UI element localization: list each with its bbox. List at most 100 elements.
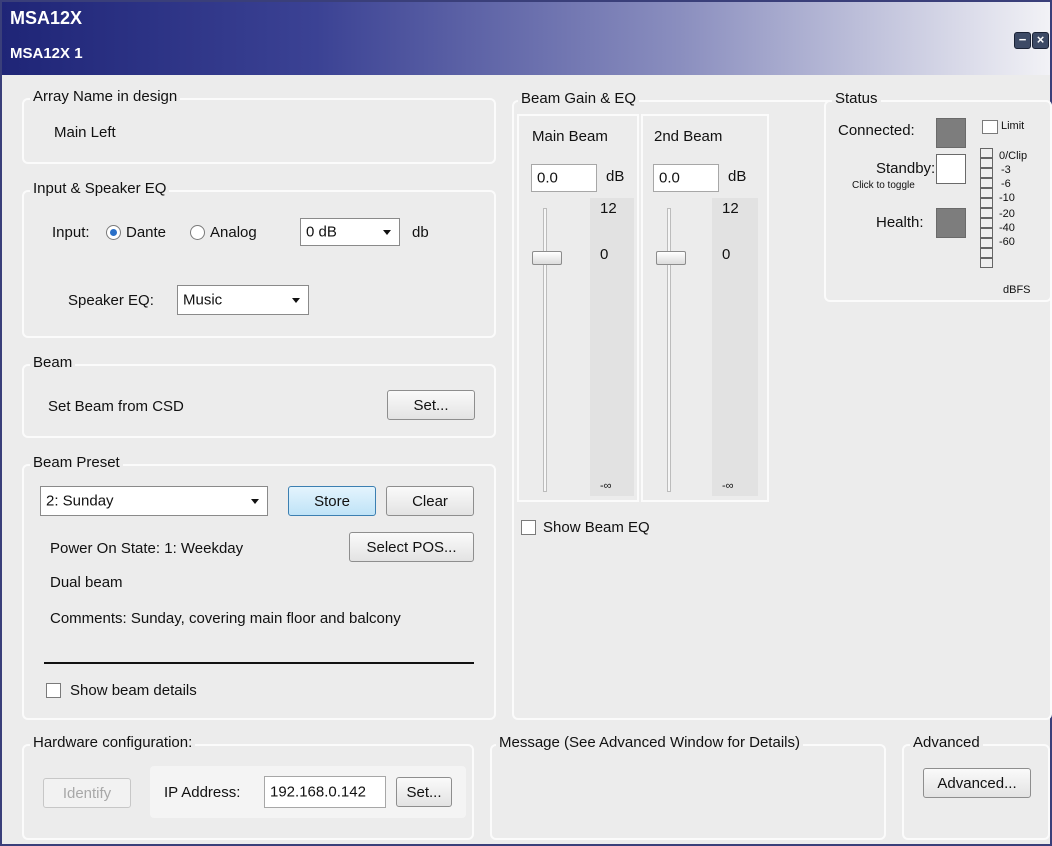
show-beam-details-label: Show beam details <box>70 682 197 699</box>
meter-segment <box>980 188 993 198</box>
set-ip-button[interactable]: Set... <box>396 777 452 807</box>
second-beam-unit: dB <box>728 168 747 185</box>
chevron-down-icon <box>383 230 391 235</box>
second-beam-gain-value: 0.0 <box>659 169 680 187</box>
input-gain-select[interactable]: 0 dB <box>300 218 400 246</box>
meter-label-40: -40 <box>999 222 1015 234</box>
standby-toggle[interactable] <box>936 154 966 184</box>
speaker-eq-label: Speaker EQ: <box>68 292 154 309</box>
dante-radio[interactable] <box>106 225 121 240</box>
msa12x-window: MSA12X MSA12X 1 − × Array Name in design… <box>0 0 1052 846</box>
store-button[interactable]: Store <box>288 486 376 516</box>
level-meter <box>980 148 995 274</box>
minimize-icon[interactable]: − <box>1014 32 1031 49</box>
clear-button[interactable]: Clear <box>386 486 474 516</box>
analog-radio[interactable] <box>190 225 205 240</box>
limit-label: Limit <box>1001 120 1025 132</box>
second-beam-slider-thumb[interactable] <box>656 251 686 265</box>
second-beam-tick-zero: 0 <box>722 246 731 263</box>
main-beam-gain-value: 0.0 <box>537 169 558 187</box>
ip-address-label: IP Address: <box>164 784 241 801</box>
message-group <box>490 744 886 840</box>
input-speaker-eq-title: Input & Speaker EQ <box>30 180 170 197</box>
second-beam-gain-input[interactable]: 0.0 <box>653 164 719 192</box>
standby-label: Standby: <box>876 160 936 177</box>
second-beam-tick-bottom: -∞ <box>722 480 734 492</box>
meter-label-60: -60 <box>999 236 1015 248</box>
dual-beam-label: Dual beam <box>50 574 123 591</box>
second-beam-label: 2nd Beam <box>654 128 723 145</box>
divider <box>44 662 474 664</box>
ip-address-value: 192.168.0.142 <box>270 783 366 801</box>
second-beam-tick-top: 12 <box>722 200 739 217</box>
meter-segment <box>980 168 993 178</box>
meter-segment <box>980 158 993 168</box>
main-beam-tick-top: 12 <box>600 200 617 217</box>
close-icon[interactable]: × <box>1032 32 1049 49</box>
message-title: Message (See Advanced Window for Details… <box>496 734 803 751</box>
main-beam-tick-zero: 0 <box>600 246 609 263</box>
main-beam-gain-input[interactable]: 0.0 <box>531 164 597 192</box>
meter-segment <box>980 208 993 218</box>
meter-segment <box>980 178 993 188</box>
meter-label-3: -3 <box>1001 164 1011 176</box>
chevron-down-icon <box>251 499 259 504</box>
meter-segment <box>980 238 993 248</box>
beam-preset-select[interactable]: 2: Sunday <box>40 486 268 516</box>
meter-label-20: -20 <box>999 208 1015 220</box>
meter-segment <box>980 248 993 258</box>
status-title: Status <box>832 90 881 107</box>
meter-unit: dBFS <box>1003 284 1031 296</box>
window-subtitle: MSA12X 1 <box>10 45 83 62</box>
input-gain-unit: db <box>412 224 429 241</box>
connected-label: Connected: <box>838 122 915 139</box>
advanced-title: Advanced <box>910 734 983 751</box>
select-pos-button[interactable]: Select POS... <box>349 532 474 562</box>
meter-segment <box>980 258 993 268</box>
speaker-eq-value: Music <box>183 291 223 309</box>
main-beam-label: Main Beam <box>532 128 608 145</box>
array-name-title: Array Name in design <box>30 88 181 105</box>
limit-indicator <box>982 120 998 134</box>
input-speaker-eq-group <box>22 190 496 338</box>
connected-indicator <box>936 118 966 148</box>
meter-label-clip: 0/Clip <box>999 150 1028 162</box>
beam-gain-eq-title: Beam Gain & EQ <box>518 90 640 107</box>
show-beam-eq-checkbox[interactable] <box>521 520 536 535</box>
meter-segment <box>980 218 993 228</box>
meter-label-10: -10 <box>999 192 1015 204</box>
main-beam-tick-bottom: -∞ <box>600 480 612 492</box>
main-beam-slider-thumb[interactable] <box>532 251 562 265</box>
advanced-button[interactable]: Advanced... <box>923 768 1031 798</box>
beam-preset-title: Beam Preset <box>30 454 123 471</box>
array-name-value: Main Left <box>54 124 116 141</box>
main-beam-scale-bg <box>590 198 634 496</box>
meter-label-6: -6 <box>1001 178 1011 190</box>
speaker-eq-select[interactable]: Music <box>177 285 309 315</box>
title-bar[interactable]: MSA12X MSA12X 1 − × <box>2 2 1050 75</box>
second-beam-scale-bg <box>712 198 758 496</box>
show-beam-eq-label: Show Beam EQ <box>543 519 650 536</box>
dante-radio-label: Dante <box>126 224 167 241</box>
set-beam-label: Set Beam from CSD <box>48 398 184 415</box>
window-title: MSA12X <box>10 8 83 28</box>
standby-hint: Click to toggle <box>852 180 915 191</box>
input-gain-value: 0 dB <box>306 223 337 241</box>
meter-segment <box>980 198 993 208</box>
power-on-state: Power On State: 1: Weekday <box>50 540 244 557</box>
identify-button[interactable]: Identify <box>43 778 131 808</box>
comments-label: Comments: Sunday, covering main floor an… <box>50 610 401 627</box>
set-beam-button[interactable]: Set... <box>387 390 475 420</box>
show-beam-details-checkbox[interactable] <box>46 683 61 698</box>
hardware-config-title: Hardware configuration: <box>30 734 196 751</box>
main-beam-unit: dB <box>606 168 625 185</box>
health-label: Health: <box>876 214 924 231</box>
meter-segment <box>980 228 993 238</box>
ip-address-input[interactable]: 192.168.0.142 <box>264 776 386 808</box>
beam-title: Beam <box>30 354 76 371</box>
analog-radio-label: Analog <box>210 224 257 241</box>
input-label: Input: <box>52 224 90 241</box>
beam-preset-value: 2: Sunday <box>46 492 114 510</box>
meter-segment <box>980 148 993 158</box>
chevron-down-icon <box>292 298 300 303</box>
